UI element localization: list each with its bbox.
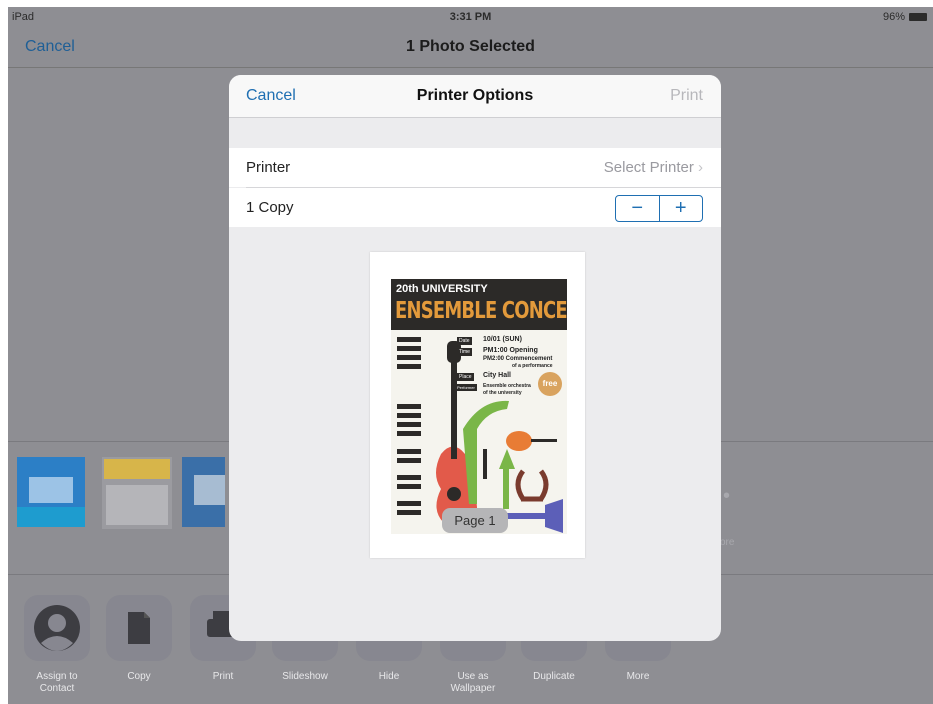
time-value-1: PM1:00 Opening — [483, 347, 538, 354]
time-value-3: of a performance — [512, 363, 553, 369]
time-tag: Time — [457, 348, 472, 356]
battery-percent: 96% — [882, 11, 905, 23]
selection-title: 1 Photo Selected — [406, 38, 535, 55]
action-label: Print — [212, 671, 234, 682]
date-tag: Date — [457, 337, 472, 345]
select-printer-text: Select Printer — [603, 159, 694, 176]
battery-indicator: 96% — [883, 11, 927, 23]
status-bar: iPad 3:31 PM 96% — [8, 7, 933, 29]
action-label: Slideshow — [282, 671, 328, 682]
ipad-screen: iPad 3:31 PM 96% Cancel 1 Photo Selected… — [8, 7, 933, 704]
select-printer-value[interactable]: Select Printer › — [604, 159, 703, 176]
performer-value-1: Ensemble orchestra — [483, 383, 531, 389]
date-value: 10/01 (SUN) — [483, 336, 522, 343]
place-value: City Hall — [483, 372, 512, 379]
action-assign-to-contact[interactable]: Assign to Contact — [22, 595, 92, 695]
action-copy[interactable]: Copy — [104, 595, 174, 683]
print-button[interactable]: Print — [670, 87, 703, 105]
page-number-badge: Page 1 — [442, 508, 508, 533]
status-time: 3:31 PM — [449, 11, 492, 23]
copy-icon — [106, 595, 172, 661]
decrement-button[interactable]: − — [616, 196, 660, 221]
increment-button[interactable]: + — [660, 196, 703, 221]
share-app-icon[interactable] — [13, 455, 88, 530]
action-label: Hide — [378, 671, 400, 682]
chevron-right-icon: › — [698, 159, 703, 176]
action-label: Copy — [127, 671, 151, 682]
place-tag: Place — [457, 373, 474, 381]
action-label: More — [626, 671, 650, 682]
dialog-title: Printer Options — [416, 87, 534, 104]
free-badge: free — [538, 372, 562, 396]
copies-label: 1 Copy — [246, 199, 294, 216]
more-app-label: ore — [720, 537, 735, 548]
poster-image: 20th UNIVERSITY ENSEMBLE CONCERT — [391, 279, 567, 534]
printer-options-dialog: Cancel Printer Options Print Printer Sel… — [229, 75, 721, 641]
copies-stepper[interactable]: − + — [615, 195, 703, 222]
printer-label: Printer — [246, 159, 291, 176]
copies-row: 1 Copy − + — [229, 188, 721, 227]
photos-navbar: Cancel 1 Photo Selected — [8, 29, 933, 68]
action-label: Assign to Contact — [36, 671, 78, 694]
time-value-2: PM2:00 Commencement — [483, 356, 553, 362]
printer-row[interactable]: Printer Select Printer › — [229, 148, 721, 187]
performer-tag: Performer — [455, 384, 477, 391]
performer-value-2: of the university — [483, 390, 522, 396]
share-app-icon[interactable] — [100, 455, 175, 530]
poster-artwork — [397, 337, 563, 533]
blurred-app-icon — [17, 457, 85, 527]
share-app-icon[interactable] — [180, 455, 225, 530]
dialog-header: Cancel Printer Options Print — [229, 75, 721, 118]
blurred-app-icon — [102, 457, 172, 529]
action-label: Use as Wallpaper — [450, 671, 496, 694]
person-icon — [24, 595, 90, 661]
action-label: Duplicate — [533, 671, 575, 682]
battery-icon — [909, 13, 927, 22]
blurred-app-icon — [182, 457, 225, 527]
